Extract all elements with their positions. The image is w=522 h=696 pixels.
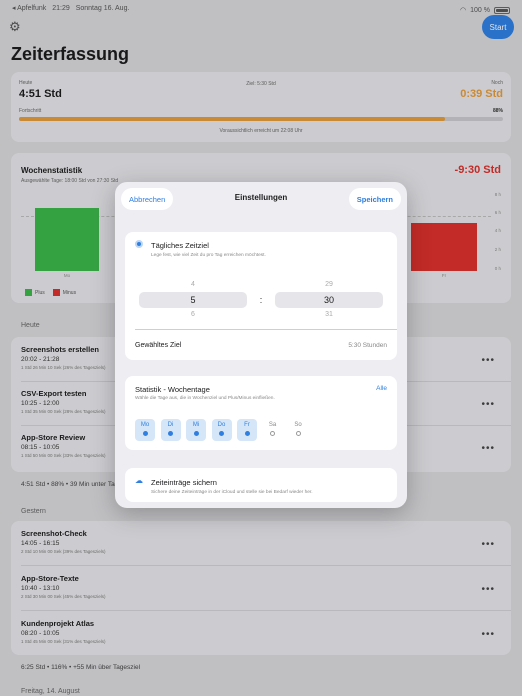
time-separator: : [259,295,263,305]
checked-dot-icon [168,431,173,436]
backup-desc: Sichere deine Zeiteinträge in der iCloud… [151,490,313,495]
minutes-value: 30 [323,295,334,305]
weekdays-card: Statistik - Wochentage Alle Wähle die Ta… [125,376,397,450]
checked-dot-icon [244,431,250,436]
weekdays-desc: Wähle die Tage aus, die in Wochenziel un… [135,396,275,401]
target-icon [135,240,143,248]
chosen-goal-label: Gewähltes Ziel [135,342,182,349]
weekdays-title: Statistik - Wochentage [135,385,210,394]
save-button[interactable]: Speichern [348,188,401,210]
settings-modal: Abbrechen Einstellungen Speichern Täglic… [115,182,407,508]
select-all-button[interactable]: Alle [376,385,387,392]
weekday-chip-di[interactable]: Di [160,419,181,441]
divider [135,329,397,330]
weekday-chip-so[interactable]: So [288,419,308,441]
hours-above: 4 [191,281,195,288]
checked-dot-icon [219,431,224,436]
hours-below: 6 [191,311,195,318]
checked-dot-icon [193,431,199,436]
cloud-icon: ☁ [135,476,143,485]
daily-goal-desc: Lege fest, wie viel Zeit du pro Tag erre… [151,253,266,258]
weekday-chip-mi[interactable]: Mi [186,419,206,441]
weekday-chip-fr[interactable]: Fr [237,419,257,441]
chosen-goal-value: 5:30 Stunden [348,342,387,349]
weekday-chip-do[interactable]: Do [211,419,232,441]
weekday-chip-mo[interactable]: Mo [135,419,155,441]
backup-card[interactable]: ☁ Zeiteinträge sichern Sichere deine Zei… [125,468,397,502]
daily-goal-title: Tägliches Zeitziel [151,241,209,250]
minutes-below: 31 [325,311,333,318]
weekday-chip-sa[interactable]: Sa [263,419,283,441]
backup-title: Zeiteinträge sichern [151,478,217,487]
unchecked-dot-icon [270,431,275,436]
minutes-above: 29 [325,281,333,288]
daily-goal-card: Tägliches Zeitziel Lege fest, wie viel Z… [125,232,397,360]
hours-value: 5 [190,295,196,305]
unchecked-dot-icon [295,431,301,436]
checked-dot-icon [142,431,148,436]
